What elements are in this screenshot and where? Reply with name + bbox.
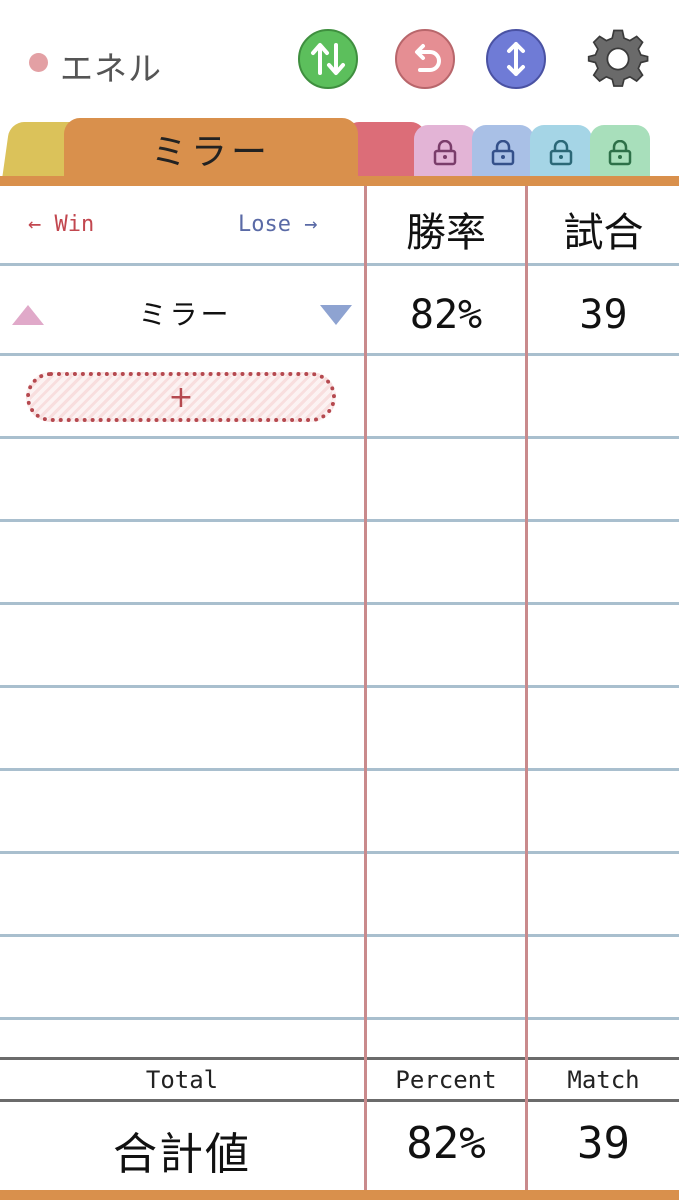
footer-divider [0,1099,679,1102]
column-header-rate: 勝率 [406,210,486,256]
footer-match-label: Match [567,1066,640,1094]
expand-icon [486,29,546,89]
row-divider [0,353,679,356]
undo-button[interactable] [394,28,456,90]
bottom-bar [0,1190,679,1200]
row-divider [0,436,679,439]
row-divider [0,602,679,605]
win-triangle-button[interactable] [12,305,44,325]
row-divider [0,519,679,522]
win-hint: ← Win [28,212,95,237]
tab-locked-pink[interactable] [414,125,476,180]
sort-icon [298,29,358,89]
row-divider [0,851,679,854]
undo-icon [395,29,455,89]
column-header-matches: 試合 [563,210,644,256]
matchup-win-rate: 82% [409,292,483,338]
row-divider [0,685,679,688]
gear-icon [587,29,649,87]
top-bar: エネル [0,0,679,118]
sort-button[interactable] [297,28,359,90]
lose-hint: Lose → [238,212,318,237]
expand-button[interactable] [485,28,547,90]
tab-active-mirror[interactable]: ミラー [64,118,358,180]
footer-total-label: Total [145,1066,219,1094]
tab-locked-green[interactable] [590,125,650,180]
deck-color-dot [29,53,48,72]
row-divider [0,1017,679,1020]
tab-locked-blue[interactable] [472,125,534,180]
footer-total-rate: 82% [406,1118,486,1169]
tab-underline [0,176,679,186]
add-matchup-button[interactable]: + [26,372,336,422]
deck-tabs: ミラー [0,118,679,180]
lock-icon [549,139,573,165]
settings-button[interactable] [583,24,653,94]
footer-percent-label: Percent [395,1066,497,1094]
footer-total-matches: 39 [577,1118,630,1169]
footer-sum-label: 合計値 [113,1129,251,1180]
row-divider [0,768,679,771]
deck-name[interactable]: エネル [60,42,162,90]
row-divider [0,263,679,266]
lock-icon [433,139,457,165]
tab-active-label: ミラー [150,132,271,173]
matchup-name[interactable]: ミラー [110,293,260,333]
tab-locked-cyan[interactable] [530,125,592,180]
footer-divider [0,1057,679,1060]
lock-icon [491,139,515,165]
row-divider [0,934,679,937]
plus-icon: + [168,379,194,415]
lock-icon [608,139,632,165]
lose-triangle-button[interactable] [320,305,352,325]
matchup-match-count: 39 [579,292,628,338]
